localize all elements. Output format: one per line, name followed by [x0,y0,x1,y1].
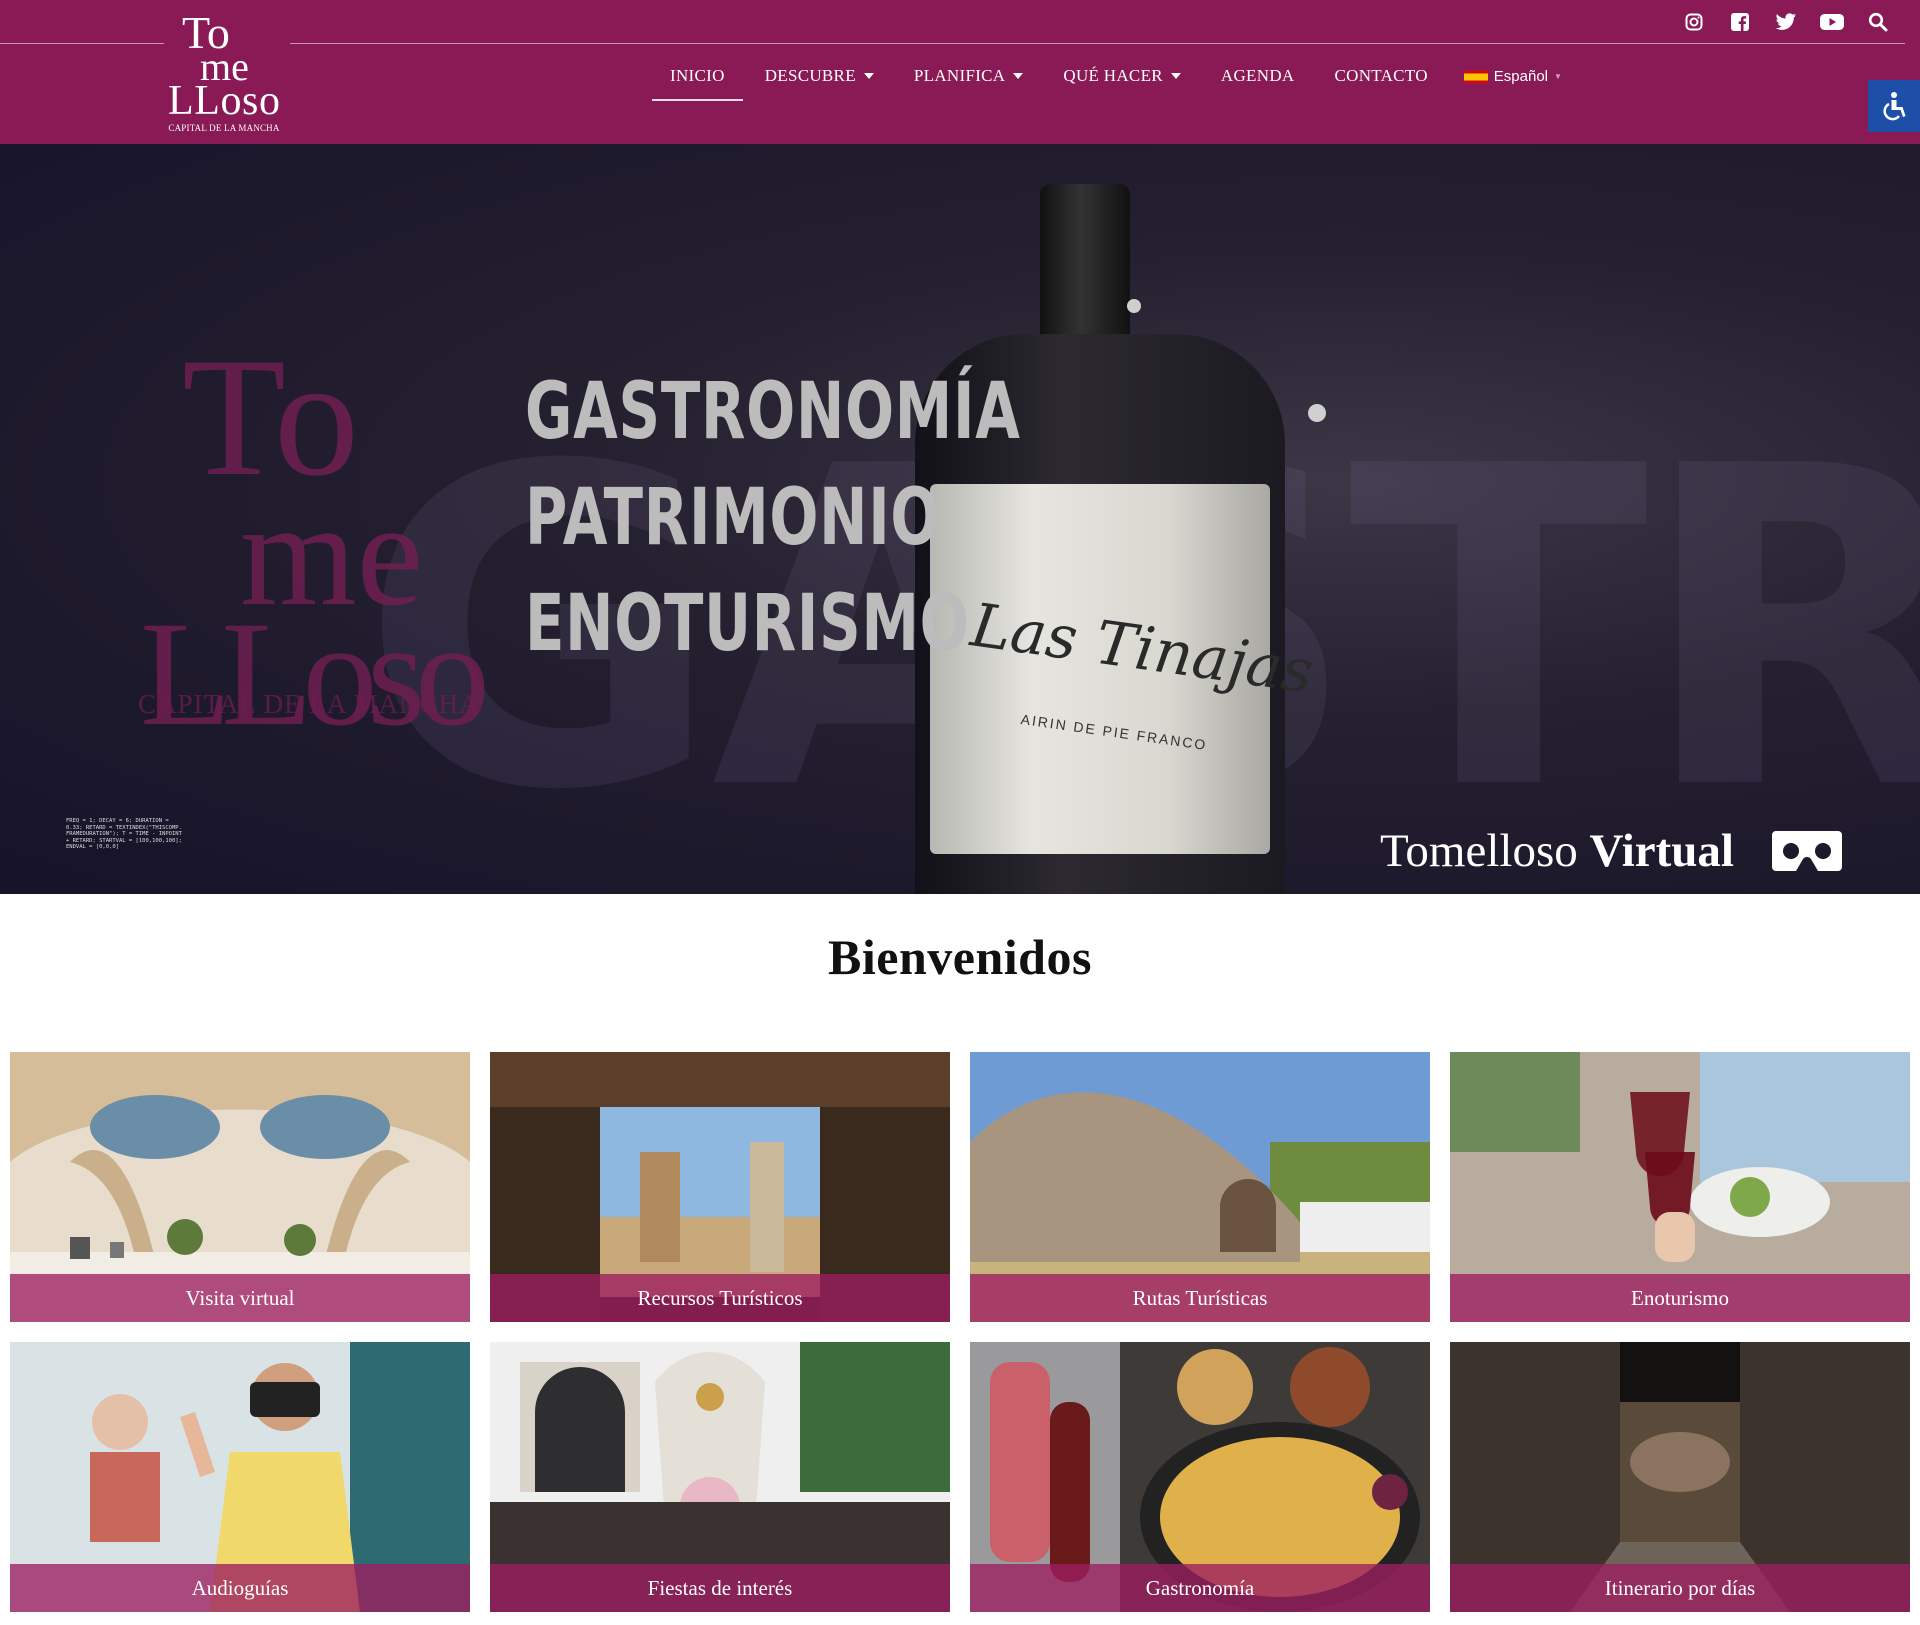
tile-audioguias[interactable]: Audioguías [10,1342,470,1612]
chevron-down-icon: ▼ [1554,72,1562,81]
virtual-emphasis: Virtual [1589,825,1734,877]
logo-mark: To me LLoso [168,7,280,124]
chevron-down-icon [1170,73,1181,79]
nav-label: DESCUBRE [764,66,856,85]
tile-caption: Gastronomía [970,1564,1430,1612]
logo-tagline: CAPITAL DE LA MANCHA [168,123,280,133]
social-links [1682,10,1890,34]
hero-line: ENOTURISMO [525,579,970,669]
facebook-icon[interactable] [1728,10,1752,34]
hero-dot [1308,404,1326,422]
main-nav: INICIO DESCUBRE PLANIFICA QUÉ HACER AGEN… [650,58,1578,101]
tile-caption: Visita virtual [10,1274,470,1322]
nav-label: PLANIFICA [913,66,1006,85]
hero-logo-tagline: CAPITAL DE LA MANCHA [138,689,480,719]
site-logo[interactable]: To me LLoso CAPITAL DE LA MANCHA [164,7,284,136]
nav-item-agenda[interactable]: AGENDA [1201,58,1315,101]
hero-banner: GASTRON Las Tinajas AIRIN DE PIE FRANCO … [0,144,1920,894]
hero-line: GASTRONOMÍA [525,367,1021,457]
spain-flag-icon [1463,69,1488,84]
tile-caption: Rutas Turísticas [970,1274,1430,1322]
nav-item-planifica[interactable]: PLANIFICA [894,58,1044,101]
tile-fiestas-de-interes[interactable]: Fiestas de interés [490,1342,950,1612]
header-divider-right [290,43,1905,44]
language-switcher[interactable]: Español ▼ [1448,58,1578,95]
nav-label: CONTACTO [1334,66,1428,85]
virtual-prefix: Tomelloso [1380,825,1578,877]
twitter-icon[interactable] [1774,10,1798,34]
hero-logo: To me LLoso [140,324,490,744]
youtube-icon[interactable] [1820,10,1844,34]
nav-label: QUÉ HACER [1063,66,1163,85]
tile-gastronomia[interactable]: Gastronomía [970,1342,1430,1612]
hero-headline: GASTRONOMÍA PATRIMONIO ENOTURISMO [525,359,1195,677]
tile-rutas-turisticas[interactable]: Rutas Turísticas [970,1052,1430,1322]
header-divider-left [0,43,164,44]
nav-item-contacto[interactable]: CONTACTO [1314,58,1447,101]
vr-headset-icon [1771,831,1842,871]
tile-itinerario-por-dias[interactable]: Itinerario por días [1450,1342,1910,1612]
search-icon[interactable] [1866,10,1890,34]
language-label: Español [1493,68,1548,85]
chevron-down-icon [863,73,874,79]
hero-dot [1127,299,1141,313]
nav-item-descubre[interactable]: DESCUBRE [745,58,894,101]
nav-item-inicio[interactable]: INICIO [650,58,745,101]
tile-enoturismo[interactable]: Enoturismo [1450,1052,1910,1322]
accessibility-button[interactable] [1868,80,1920,132]
tile-visita-virtual[interactable]: Visita virtual [10,1052,470,1322]
tile-recursos-turisticos[interactable]: Recursos Turísticos [490,1052,950,1322]
tile-caption: Recursos Turísticos [490,1274,950,1322]
svg-text:LLoso: LLoso [140,591,490,744]
chevron-down-icon [1013,73,1024,79]
tile-caption: Audioguías [10,1564,470,1612]
tile-caption: Itinerario por días [1450,1564,1910,1612]
tile-caption: Enoturismo [1450,1274,1910,1322]
nav-label: INICIO [670,66,725,85]
accessibility-icon [1883,92,1906,121]
virtual-label: Tomelloso Virtual [1380,824,1734,878]
instagram-icon[interactable] [1682,10,1706,34]
nav-item-que-hacer[interactable]: QUÉ HACER [1043,58,1201,101]
svg-text:LLoso: LLoso [168,78,280,120]
nav-label: AGENDA [1220,66,1295,85]
site-header: To me LLoso CAPITAL DE LA MANCHA INICIO … [0,0,1920,144]
page-title: Bienvenidos [828,929,1092,985]
tile-caption: Fiestas de interés [490,1564,950,1612]
hero-code-overlay: FREQ = 1; DECAY = 6; DURATION = 0.33; RE… [66,818,182,851]
tomelloso-virtual-link[interactable]: Tomelloso Virtual [1380,824,1842,878]
hero-line: PATRIMONIO [525,473,941,563]
